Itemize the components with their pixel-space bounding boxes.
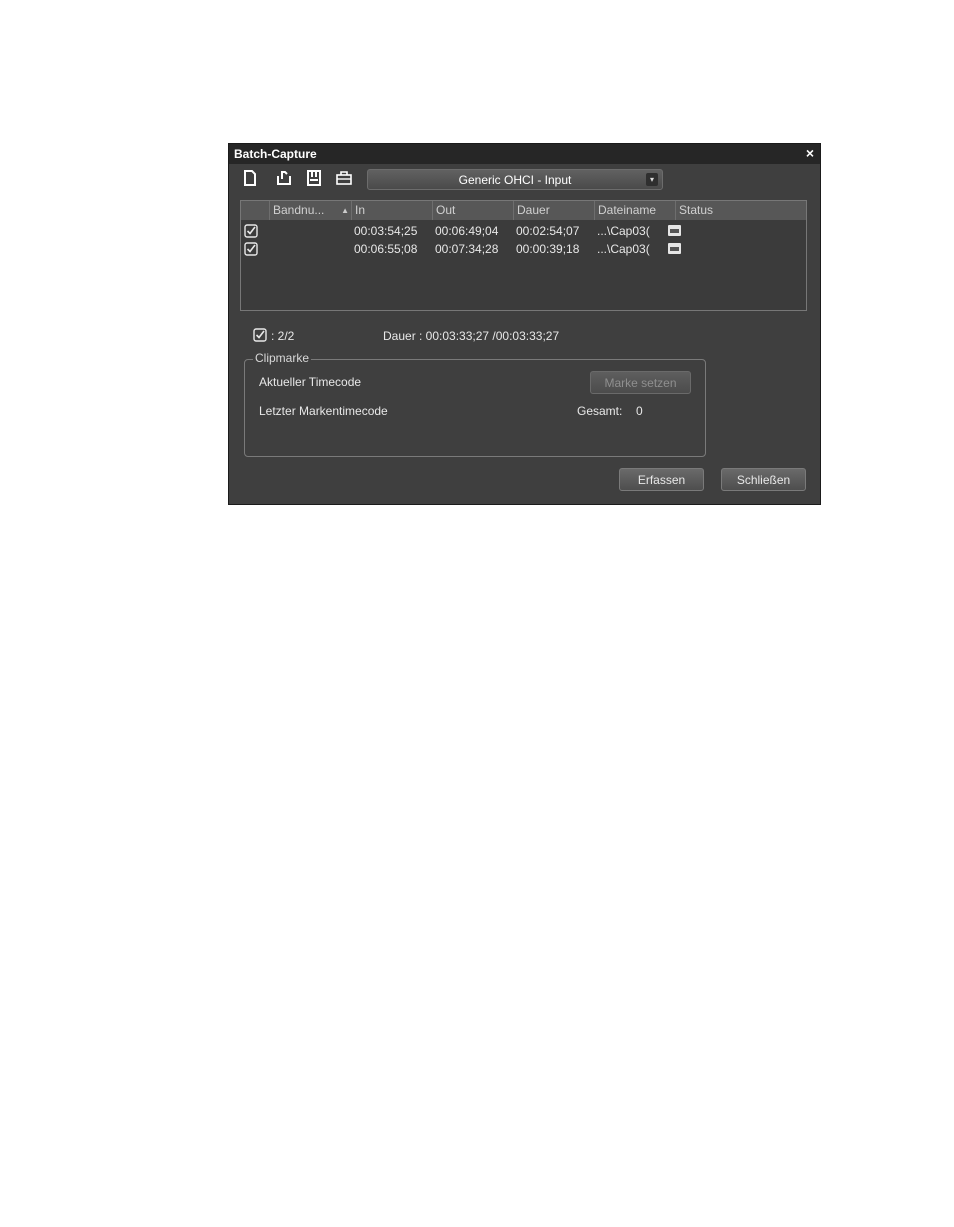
close-button[interactable]: Schließen: [721, 468, 806, 491]
cell-status: [678, 222, 798, 240]
set-mark-button[interactable]: Marke setzen: [590, 371, 691, 394]
title-bar[interactable]: Batch-Capture ×: [229, 144, 820, 164]
close-icon[interactable]: ×: [806, 145, 814, 161]
column-header-check[interactable]: [241, 201, 269, 220]
column-header-tape[interactable]: Bandnu... ▲: [269, 201, 351, 220]
cell-filename: ...\Cap03(: [597, 242, 650, 256]
column-header-in[interactable]: In: [351, 201, 432, 220]
cell-tape: [272, 240, 350, 258]
open-list-icon[interactable]: [275, 169, 293, 187]
table-header: Bandnu... ▲ In Out Dauer Dateiname Statu…: [241, 201, 806, 220]
total-duration: Dauer : 00:03:33;27 /00:03:33;27: [383, 329, 560, 343]
total-label: Gesamt:: [577, 404, 623, 418]
table-row[interactable]: 00:03:54;25 00:06:49;04 00:02:54;07 ...\…: [241, 222, 806, 240]
sort-ascending-icon: ▲: [341, 206, 349, 215]
checked-count: : 2/2: [271, 329, 295, 343]
chevron-down-icon[interactable]: ▾: [646, 173, 658, 186]
batch-capture-dialog: Batch-Capture × Generic OHCI - Input ▾ B…: [228, 143, 821, 505]
column-header-tape-label: Bandnu...: [273, 203, 325, 217]
cell-filename: ...\Cap03(: [597, 224, 650, 238]
cell-status: [678, 240, 798, 258]
checked-summary-icon: [253, 328, 267, 342]
column-header-filename[interactable]: Dateiname: [594, 201, 675, 220]
cell-out: 00:07:34;28: [435, 242, 499, 256]
clip-table: Bandnu... ▲ In Out Dauer Dateiname Statu…: [240, 200, 807, 311]
device-select[interactable]: Generic OHCI - Input ▾: [367, 169, 663, 190]
checkbox-checked-icon[interactable]: [244, 224, 258, 238]
total-value: 0: [636, 404, 643, 418]
last-mark-timecode-label: Letzter Markentimecode: [259, 404, 388, 418]
table-row[interactable]: 00:06:55;08 00:07:34;28 00:00:39;18 ...\…: [241, 240, 806, 258]
column-header-duration[interactable]: Dauer: [513, 201, 594, 220]
capture-button[interactable]: Erfassen: [619, 468, 704, 491]
cell-out: 00:06:49;04: [435, 224, 499, 238]
export-icon[interactable]: [335, 169, 353, 187]
cell-in: 00:03:54;25: [354, 224, 418, 238]
checkbox-checked-icon[interactable]: [244, 242, 258, 256]
new-list-icon[interactable]: [241, 169, 259, 187]
window-title: Batch-Capture: [234, 147, 317, 161]
cell-in: 00:06:55;08: [354, 242, 418, 256]
save-list-icon[interactable]: [305, 169, 323, 187]
device-select-value: Generic OHCI - Input: [458, 172, 572, 187]
cell-tape: [272, 222, 350, 240]
cell-duration: 00:00:39;18: [516, 242, 580, 256]
column-header-out[interactable]: Out: [432, 201, 513, 220]
column-header-status[interactable]: Status: [675, 201, 806, 220]
current-timecode-label: Aktueller Timecode: [259, 375, 362, 389]
cell-duration: 00:02:54;07: [516, 224, 580, 238]
clipmarke-legend: Clipmarke: [253, 351, 312, 365]
